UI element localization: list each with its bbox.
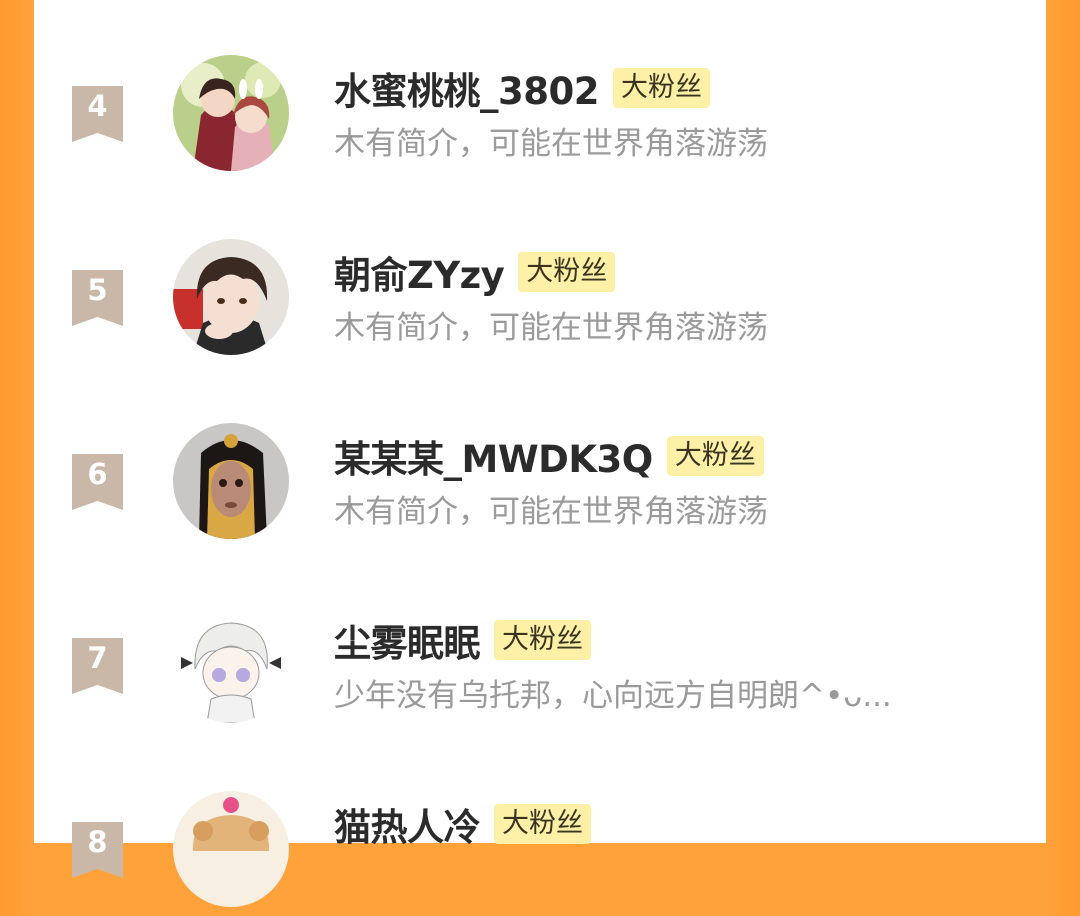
fan-name[interactable]: 朝俞ZYzy	[334, 245, 505, 299]
rank-number: 7	[87, 641, 108, 675]
list-item[interactable]: 6 某某某_MWDK3Q 大粉丝 木有简介，可能在世界角落游荡	[34, 398, 1046, 548]
fan-name[interactable]: 尘雾眠眠	[334, 613, 481, 667]
fan-bio: 木有简介，可能在世界角落游荡	[334, 310, 768, 346]
fan-name[interactable]: 水蜜桃桃_3802	[334, 61, 599, 115]
fan-level-badge: 大粉丝	[494, 620, 591, 660]
list-item[interactable]: 8 猫热人冷 大粉丝	[34, 766, 1046, 916]
fan-bio: 木有简介，可能在世界角落游荡	[334, 126, 768, 162]
fan-level-badge: 大粉丝	[518, 252, 616, 292]
fan-bio: 少年没有乌托邦，心向远方自明朗^•ᴗ...	[334, 678, 892, 714]
name-line: 某某某_MWDK3Q 大粉丝	[334, 429, 764, 483]
fan-ranking-panel: 4 水蜜桃桃_3802 大粉丝 木有简介，可能在世界角落游荡 5 朝俞ZYzy …	[34, 0, 1046, 907]
rank-number: 5	[87, 273, 108, 307]
fan-bio: 木有简介，可能在世界角落游荡	[334, 494, 768, 530]
fan-name[interactable]: 某某某_MWDK3Q	[334, 429, 653, 483]
rank-ribbon: 7	[72, 638, 123, 694]
name-line: 朝俞ZYzy 大粉丝	[334, 245, 616, 299]
name-line: 水蜜桃桃_3802 大粉丝	[334, 61, 710, 115]
cupcake-avatar[interactable]	[173, 791, 289, 907]
name-line: 猫热人冷 大粉丝	[334, 800, 591, 849]
chibi-avatar[interactable]	[173, 607, 289, 723]
list-item[interactable]: 7 尘雾眠眠 大粉丝 少年没有乌托邦，心向远方自明朗^•ᴗ...	[34, 582, 1046, 732]
anime-couple-avatar[interactable]	[173, 55, 289, 171]
rank-ribbon: 5	[72, 270, 123, 326]
name-line: 尘雾眠眠 大粉丝	[334, 613, 591, 667]
rank-ribbon: 4	[72, 86, 123, 142]
list-item[interactable]: 4 水蜜桃桃_3802 大粉丝 木有简介，可能在世界角落游荡	[34, 30, 1046, 180]
rank-number: 4	[87, 89, 108, 123]
fan-level-badge: 大粉丝	[666, 436, 764, 476]
anime-boy-avatar[interactable]	[173, 239, 289, 355]
rank-number: 6	[87, 457, 108, 491]
rank-ribbon: 8	[72, 822, 123, 878]
list-item[interactable]: 5 朝俞ZYzy 大粉丝 木有简介，可能在世界角落游荡	[34, 214, 1046, 364]
rank-ribbon: 6	[72, 454, 123, 510]
fan-level-badge: 大粉丝	[612, 68, 710, 108]
fan-level-badge: 大粉丝	[494, 804, 591, 844]
doll-avatar[interactable]	[173, 423, 289, 539]
rank-number: 8	[87, 825, 108, 859]
